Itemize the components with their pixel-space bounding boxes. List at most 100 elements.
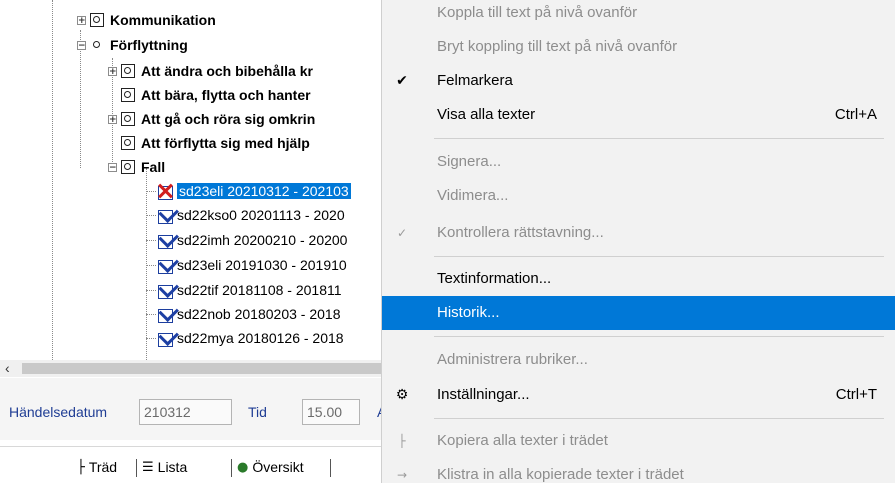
menu-item-signera[interactable]: Signera... (382, 145, 895, 179)
tree-icon: ├ (77, 459, 85, 475)
tree-view[interactable]: + Kommunikation − Förflyttning + Att änd… (0, 0, 400, 360)
shortcut-label: Ctrl+T (835, 386, 877, 403)
menu-item-bryt-koppling[interactable]: Bryt koppling till text på nivå ovanför (382, 30, 895, 64)
menu-item-felmarkera[interactable]: ✔ Felmarkera (382, 64, 895, 98)
signed-document-icon (156, 277, 179, 299)
tree-guide-line (146, 191, 156, 192)
collapse-icon[interactable]: − (108, 162, 117, 172)
category-icon (90, 13, 104, 27)
tree-node-label: Fall (141, 159, 166, 175)
signed-document-icon (156, 202, 179, 224)
expand-icon[interactable]: + (77, 15, 86, 25)
tree-node-forflytta[interactable]: Att förflytta sig med hjälp (121, 132, 310, 154)
globe-icon: ● (237, 459, 249, 475)
scroll-left-arrow-icon[interactable]: ‹ (5, 360, 10, 377)
category-icon (121, 88, 135, 102)
scrollbar-thumb[interactable] (22, 363, 382, 374)
menu-item-kontrollera-rattstavning[interactable]: ✓ Kontrollera rättstavning... (382, 216, 895, 250)
signed-document-icon (156, 252, 179, 274)
signed-document-icon (156, 227, 179, 249)
tree-guide-line (146, 290, 156, 291)
settings-icon: ⚙ (395, 387, 409, 403)
expand-icon[interactable]: + (108, 66, 117, 76)
list-icon: ☰ (142, 459, 154, 475)
tree-node-label: sd22kso0 20201113 - 2020 (177, 207, 345, 223)
view-tabs: ├ Träd ☰ Lista ● Översikt (0, 446, 400, 484)
tree-node-document[interactable]: sd23eli 20191030 - 201910 (156, 252, 347, 276)
tree-node-kommunikation[interactable]: + Kommunikation (77, 9, 216, 31)
horizontal-scrollbar[interactable]: ‹ (0, 360, 400, 377)
menu-separator (434, 256, 884, 257)
signed-document-icon (156, 325, 179, 347)
menu-item-installningar[interactable]: ⚙ Inställningar... Ctrl+T (382, 378, 895, 412)
tab-oversikt[interactable]: ● Översikt (237, 457, 304, 477)
tree-guide-line (146, 168, 147, 360)
tree-node-document[interactable]: sd22imh 20200210 - 20200 (156, 227, 348, 251)
tree-node-andra[interactable]: + Att ändra och bibehålla kr (108, 60, 313, 82)
tree-node-document[interactable]: sd22nob 20180203 - 2018 (156, 301, 341, 325)
tab-separator (231, 459, 232, 477)
tree-node-label: Kommunikation (110, 12, 216, 28)
tree-node-label: Att bära, flytta och hanter (141, 87, 311, 103)
category-icon (121, 160, 135, 174)
tree-node-forflyttning[interactable]: − Förflyttning (77, 34, 188, 56)
tree-node-label: sd22nob 20180203 - 2018 (177, 306, 341, 322)
event-date-field[interactable]: 210312 (139, 399, 232, 425)
tree-guide-line (146, 314, 156, 315)
tree-node-label: sd22mya 20180126 - 2018 (177, 330, 344, 346)
tree-node-bara[interactable]: Att bära, flytta och hanter (121, 84, 311, 106)
menu-separator (434, 138, 884, 139)
tree-node-label: Att förflytta sig med hjälp (141, 135, 310, 151)
category-icon (121, 136, 135, 150)
tree-guide-line (146, 265, 156, 266)
shortcut-label: Ctrl+A (834, 106, 877, 123)
category-icon (121, 112, 135, 126)
menu-item-textinformation[interactable]: Textinformation... (382, 262, 895, 296)
event-fields-panel: Händelsedatum 210312 Tid 15.00 A (0, 378, 400, 440)
tree-node-document[interactable]: sd22tif 20181108 - 201811 (156, 277, 342, 301)
error-marked-document-icon (156, 183, 174, 200)
menu-item-visa-alla-texter[interactable]: Visa alla texter Ctrl+A (382, 98, 895, 132)
tab-label: Träd (88, 459, 118, 475)
tree-node-ga[interactable]: + Att gå och röra sig omkrin (108, 108, 315, 130)
collapse-icon[interactable]: − (77, 40, 86, 50)
menu-item-historik[interactable]: Historik... (382, 296, 895, 330)
menu-separator (434, 336, 884, 337)
tree-guide-line (146, 338, 156, 339)
tree-node-label: sd23eli 20210312 - 202103 (177, 183, 351, 199)
tab-label: Översikt (252, 459, 304, 475)
menu-separator (434, 418, 884, 419)
tree-guide-line (146, 240, 156, 241)
tab-separator (136, 459, 137, 477)
tree-node-document[interactable]: sd22kso0 20201113 - 2020 (156, 202, 345, 226)
spellcheck-icon: ✓ (396, 226, 408, 240)
menu-item-kopiera-alla-texter[interactable]: ├ Kopiera alla texter i trädet (382, 424, 895, 458)
tree-guide-line (52, 0, 53, 360)
context-menu: Koppla till text på nivå ovanför Bryt ko… (381, 0, 895, 483)
tab-lista[interactable]: ☰ Lista (142, 457, 187, 477)
event-date-label: Händelsedatum (9, 404, 108, 420)
expand-icon[interactable]: + (108, 114, 117, 124)
tree-node-label: Att gå och röra sig omkrin (141, 111, 316, 127)
tree-node-fall[interactable]: − Fall (108, 156, 165, 178)
time-field[interactable]: 15.00 (302, 399, 360, 425)
tree-node-label: sd22imh 20200210 - 20200 (177, 232, 348, 248)
tree-node-document-selected[interactable]: sd23eli 20210312 - 202103 (156, 180, 351, 202)
menu-item-koppla[interactable]: Koppla till text på nivå ovanför (382, 0, 895, 30)
menu-item-administrera-rubriker[interactable]: Administrera rubriker... (382, 343, 895, 377)
tree-node-document[interactable]: sd22mya 20180126 - 2018 (156, 325, 344, 349)
tree-guide-line (146, 215, 156, 216)
tree-node-label: Att ändra och bibehålla kr (141, 63, 313, 79)
menu-item-klistra-in-alla[interactable]: → Klistra in alla kopierade texter i trä… (382, 458, 895, 492)
category-icon (121, 64, 135, 78)
signed-document-icon (156, 301, 179, 323)
copy-tree-icon: ├ (398, 434, 406, 448)
menu-item-vidimera[interactable]: Vidimera... (382, 179, 895, 213)
checkmark-icon: ✔ (396, 73, 408, 89)
tab-trad[interactable]: ├ Träd (77, 457, 117, 477)
tree-node-label: Förflyttning (110, 37, 188, 53)
tree-node-label: sd22tif 20181108 - 201811 (177, 282, 342, 298)
paste-tree-icon: → (396, 468, 408, 482)
tab-label: Lista (157, 459, 188, 475)
category-dot-icon (92, 40, 102, 50)
